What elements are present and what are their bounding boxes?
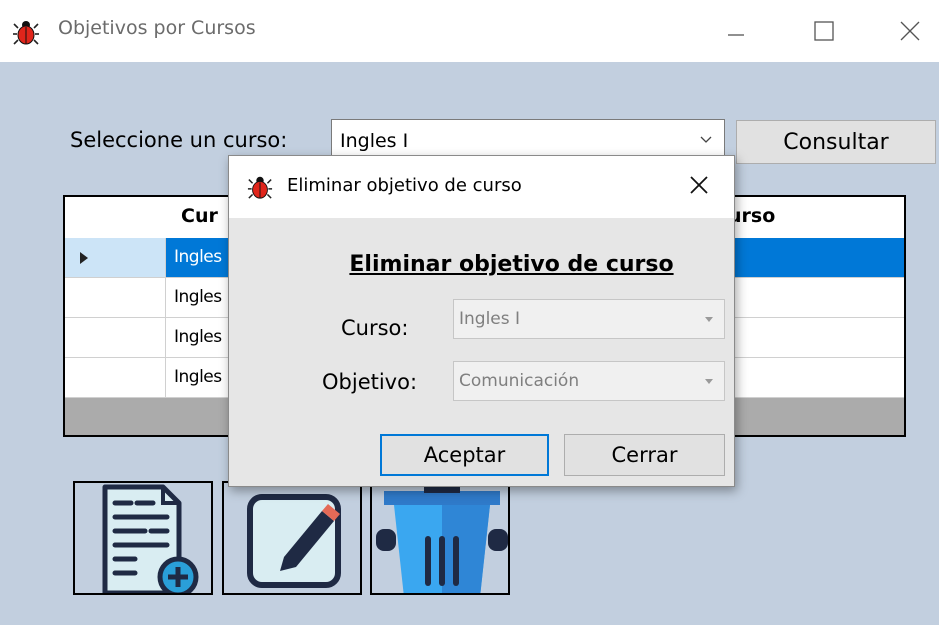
minimize-button[interactable]	[716, 14, 756, 48]
maximize-button[interactable]	[804, 14, 844, 48]
curso-select[interactable]: Ingles I	[453, 299, 725, 339]
curso-label: Curso:	[341, 316, 409, 340]
course-select-value: Ingles I	[340, 130, 409, 152]
row-pointer-icon	[80, 252, 88, 264]
objetivo-select-value: Comunicación	[459, 371, 580, 391]
add-document-icon	[102, 484, 199, 593]
row-header[interactable]	[65, 278, 166, 318]
trash-icon	[376, 483, 508, 593]
add-objective-button[interactable]	[73, 481, 213, 595]
edit-icon	[247, 494, 341, 588]
delete-objective-dialog: Eliminar objetivo de curso Eliminar obje…	[228, 155, 735, 487]
cerrar-button[interactable]: Cerrar	[564, 434, 725, 476]
objetivo-label: Objetivo:	[322, 370, 418, 394]
delete-objective-button[interactable]	[370, 481, 510, 595]
close-icon	[690, 176, 708, 194]
chevron-down-icon	[700, 136, 712, 143]
cell-curso: Ingles	[174, 367, 222, 387]
dialog-heading: Eliminar objetivo de curso	[349, 252, 674, 277]
bug-icon	[247, 176, 273, 199]
row-header-selected[interactable]	[65, 238, 166, 278]
chevron-down-icon	[705, 317, 713, 322]
row-header[interactable]	[65, 358, 166, 398]
window-title: Objetivos por Cursos	[58, 17, 256, 39]
title-bar: Objetivos por Cursos	[0, 0, 939, 62]
cell-curso: Ingles	[174, 327, 222, 347]
maximize-icon	[814, 21, 834, 41]
close-button[interactable]	[890, 14, 930, 48]
cell-curso: Ingles	[174, 247, 222, 267]
column-header-objetivo[interactable]: urso	[728, 205, 775, 227]
aceptar-button[interactable]: Aceptar	[380, 434, 549, 476]
cell-curso: Ingles	[174, 287, 222, 307]
dialog-title-bar: Eliminar objetivo de curso	[229, 156, 734, 218]
consultar-button[interactable]: Consultar	[736, 120, 936, 164]
close-icon	[900, 21, 920, 41]
objetivo-select[interactable]: Comunicación	[453, 361, 725, 401]
course-select-label: Seleccione un curso:	[70, 128, 288, 152]
minimize-icon	[728, 34, 744, 36]
curso-select-value: Ingles I	[459, 309, 521, 329]
edit-objective-button[interactable]	[222, 481, 362, 595]
row-header[interactable]	[65, 318, 166, 358]
dialog-close-button[interactable]	[684, 170, 714, 200]
column-header-curso[interactable]: Cur	[181, 205, 218, 227]
chevron-down-icon	[705, 379, 713, 384]
dialog-title: Eliminar objetivo de curso	[287, 175, 522, 196]
bug-icon	[13, 21, 39, 45]
